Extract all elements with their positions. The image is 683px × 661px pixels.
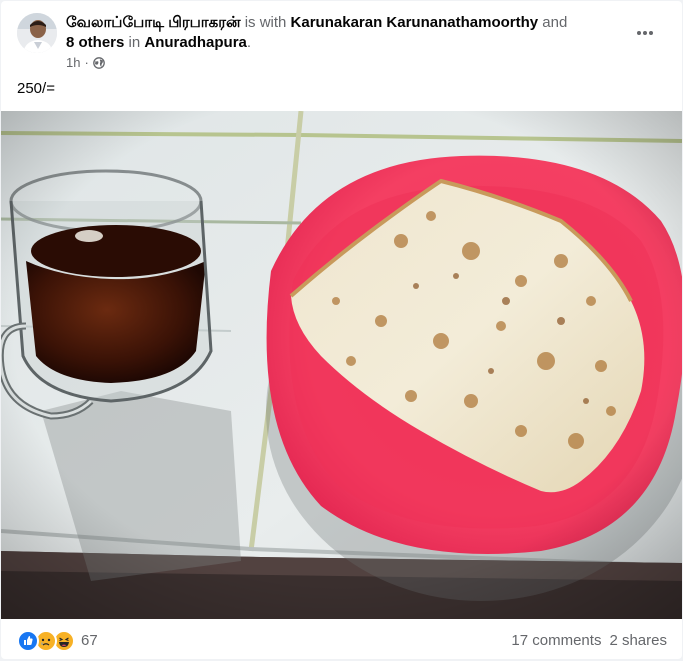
engagement-stats: 17 comments 2 shares	[511, 628, 667, 654]
post-photo[interactable]	[1, 111, 682, 619]
author-name[interactable]: வேலாப்போடி பிரபாகரன்	[66, 14, 241, 31]
globe-icon[interactable]	[92, 57, 105, 69]
location-link[interactable]: Anuradhapura	[144, 34, 247, 51]
post-title-line: வேலாப்போடி பிரபாகரன் is with Karunakaran…	[66, 13, 626, 53]
more-options-button[interactable]	[631, 19, 659, 47]
in-text: in	[124, 34, 145, 51]
separator-dot: ·	[84, 55, 89, 70]
post-time-link[interactable]: 1h	[66, 55, 80, 71]
reactions-summary[interactable]: 67	[17, 630, 98, 652]
comments-count-link[interactable]: 17 comments	[511, 628, 601, 654]
post-header: வேலாப்போடி பிரபாகரன் is with Karunakaran…	[17, 13, 667, 73]
author-avatar[interactable]	[17, 13, 57, 53]
reaction-count: 67	[81, 632, 98, 649]
and-text: and	[538, 14, 568, 31]
post-card: வேலாப்போடி பிரபாகரன் is with Karunakaran…	[1, 1, 682, 659]
more-horizontal-icon	[637, 31, 653, 35]
post-caption: 250/=	[17, 80, 55, 97]
like-icon	[17, 630, 39, 652]
with-text: is with	[240, 14, 291, 31]
tagged-person-link[interactable]: Karunakaran Karunanathamoorthy	[291, 14, 539, 31]
post-meta: வேலாப்போடி பிரபாகரன் is with Karunakaran…	[66, 13, 626, 71]
period-text: .	[246, 34, 252, 51]
others-link[interactable]: 8 others	[66, 34, 124, 51]
post-subtitle: 1h ·	[66, 55, 626, 71]
shares-count-link[interactable]: 2 shares	[609, 628, 667, 654]
post-footer: 67 17 comments 2 shares	[17, 628, 667, 654]
